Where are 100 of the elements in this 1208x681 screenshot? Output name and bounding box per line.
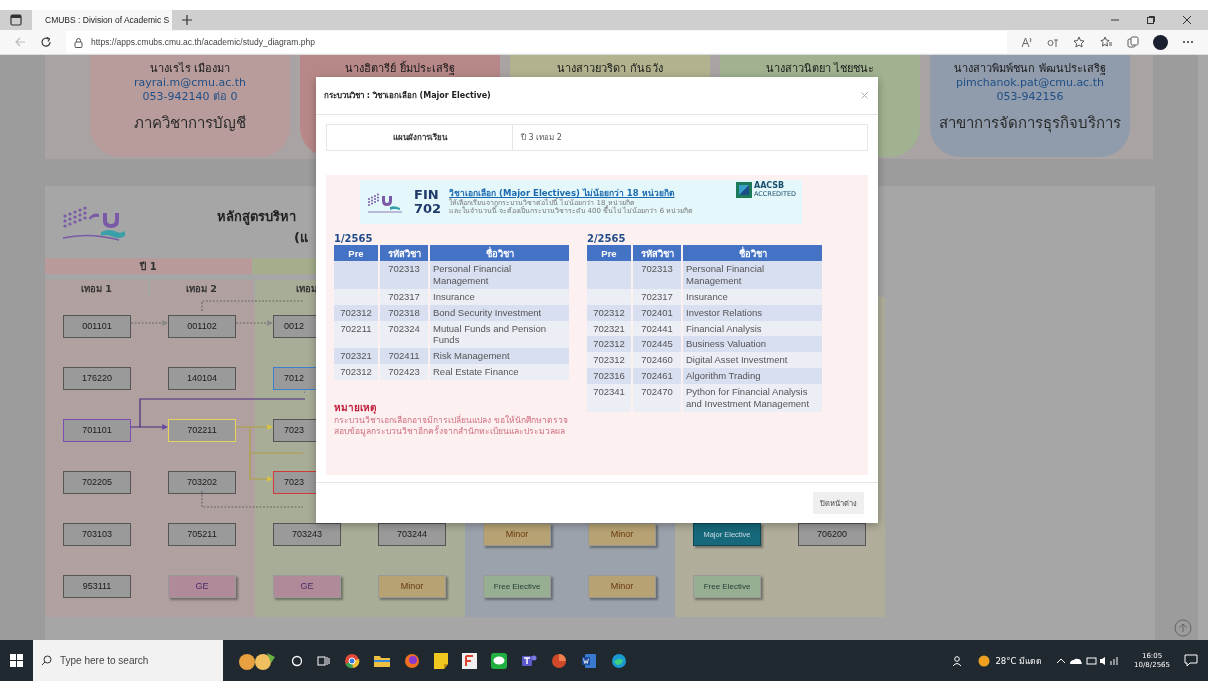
- contact-unit: ภาควิชาการบัญชี: [134, 112, 246, 134]
- semester-header: เทอม 2: [150, 280, 253, 297]
- course-box[interactable]: 140104: [168, 366, 236, 390]
- category-box[interactable]: Free Elective: [483, 574, 551, 598]
- taskbar-search-field[interactable]: Type here to search: [33, 640, 223, 681]
- table-cell: Algorithm Trading: [686, 370, 761, 382]
- column-header: Pre: [334, 245, 379, 261]
- category-box[interactable]: Minor: [588, 522, 656, 546]
- contact-name: นางสาวยวริดา กันธวัง: [557, 62, 663, 76]
- course-box[interactable]: 701101: [63, 418, 131, 442]
- table-cell: 702312: [593, 306, 625, 318]
- course-box[interactable]: 001101: [63, 314, 131, 338]
- table-cell: 702317: [641, 290, 673, 302]
- semester-header: เทอม 1: [45, 280, 148, 297]
- browser-tab[interactable]: CMUBS : Division of Academic S: [32, 10, 172, 30]
- windows-start-icon[interactable]: [10, 654, 23, 667]
- course-box[interactable]: 703243: [273, 522, 341, 546]
- table-cell: 702312: [340, 306, 372, 318]
- table-cell: 702460: [641, 354, 673, 366]
- word-processor-icon[interactable]: [581, 652, 597, 669]
- course-box[interactable]: 706200: [798, 522, 866, 546]
- table-cell: Real Estate Finance: [433, 366, 519, 378]
- accreditation-name: AACSB: [753, 182, 785, 191]
- profile-avatar[interactable]: [1153, 34, 1168, 50]
- folder-icon[interactable]: [374, 653, 390, 668]
- course-box[interactable]: 705211: [168, 522, 236, 546]
- table-cell: Personal Financial Management: [686, 263, 765, 286]
- course-box[interactable]: 176220: [63, 366, 131, 390]
- category-box[interactable]: GE: [168, 574, 236, 598]
- category-box[interactable]: Minor: [483, 522, 551, 546]
- restore-icon[interactable]: [1146, 15, 1156, 25]
- task-view-icon[interactable]: [317, 654, 330, 667]
- edge-icon[interactable]: [611, 652, 627, 669]
- table-cell: 702445: [641, 338, 673, 350]
- contact-name: นางสาวพิมพ์ชนก พัฒนประเสริฐ: [954, 62, 1106, 76]
- table-cell: Bond Security Investment: [433, 306, 542, 318]
- info-label: แผนผังการเรียน: [327, 125, 513, 150]
- contact-unit: สาขาการจัดการธุรกิจบริการ: [939, 112, 1121, 135]
- tab-title: CMUBS : Division of Academic S: [45, 15, 170, 25]
- contact-email[interactable]: rayrai.m@cmu.ac.th: [133, 76, 247, 91]
- course-box[interactable]: 703244: [378, 522, 446, 546]
- info-value: ปี 3 เทอม 2: [520, 132, 562, 144]
- translate-icon[interactable]: [1047, 36, 1059, 48]
- note-title: หมายเหตุ: [334, 401, 377, 414]
- table-cell: 702423: [388, 366, 420, 378]
- curriculum-title: หลักสูตรบริหา: [217, 208, 296, 227]
- tab-actions-icon[interactable]: [10, 14, 22, 26]
- category-box[interactable]: Free Elective: [693, 574, 761, 598]
- collections-icon[interactable]: [1127, 36, 1139, 48]
- favorites-icon[interactable]: [1100, 36, 1113, 48]
- add-favorite-icon[interactable]: [1073, 36, 1086, 48]
- table-cell: 702461: [641, 370, 673, 382]
- course-box[interactable]: 001102: [168, 314, 236, 338]
- new-tab-icon[interactable]: [182, 15, 192, 25]
- table-cell: 702324: [388, 322, 420, 334]
- course-box[interactable]: 702205: [63, 470, 131, 494]
- table-cell: 702441: [641, 322, 673, 334]
- connector-arrow: [130, 320, 169, 326]
- table-cell: 702312: [593, 354, 625, 366]
- category-box[interactable]: Minor: [588, 574, 656, 598]
- table-cell: 702313: [388, 263, 420, 274]
- course-box[interactable]: 703103: [63, 522, 131, 546]
- cartoon-faces-icon[interactable]: [237, 650, 277, 671]
- category-box[interactable]: Minor: [378, 574, 446, 598]
- cortana-icon[interactable]: [291, 654, 303, 667]
- table-cell: Insurance: [686, 290, 728, 302]
- search-icon: [41, 655, 52, 666]
- table-cell: 702211: [340, 322, 372, 334]
- sticky-note-icon[interactable]: [434, 652, 448, 669]
- read-aloud-icon[interactable]: [1021, 36, 1033, 48]
- table-cell: Investor Relations: [686, 306, 763, 318]
- document-icon[interactable]: [462, 652, 477, 669]
- table-cell: Risk Management: [433, 350, 510, 362]
- course-box[interactable]: 703202: [168, 470, 236, 494]
- category-box[interactable]: GE: [273, 574, 341, 598]
- contact-phone: 053-942156: [996, 90, 1064, 105]
- contact-name: นางฮิตารีย์ ยิ้มประเสริฐ: [345, 62, 455, 76]
- weather-widget[interactable]: 28°C มีแดด: [978, 653, 1043, 668]
- tray-icons-drawing[interactable]: [1056, 654, 1121, 667]
- presentation-icon[interactable]: [551, 652, 567, 669]
- table-cell: 702321: [593, 322, 625, 334]
- table-cell: 702312: [340, 366, 372, 378]
- table-cell: 702401: [641, 306, 673, 318]
- close-icon[interactable]: [1182, 15, 1192, 25]
- table-cell: Python for Financial Analysis and Investment Management: [686, 386, 810, 409]
- table-cell: 702316: [593, 370, 625, 382]
- more-icon[interactable]: [1182, 40, 1194, 44]
- course-box[interactable]: 953111: [63, 574, 131, 598]
- lock-icon: [74, 36, 83, 48]
- table-cell: Insurance: [433, 290, 475, 302]
- scrollbar[interactable]: [1198, 55, 1208, 640]
- refresh-icon[interactable]: [40, 36, 52, 48]
- firefox-icon[interactable]: [404, 652, 420, 669]
- address-field[interactable]: https://apps.cmubs.cmu.ac.th/academic/study_diagram.php: [66, 31, 1007, 53]
- notification-icon[interactable]: [1184, 654, 1198, 667]
- course-box[interactable]: 702211: [168, 418, 236, 442]
- chrome-icon[interactable]: [344, 652, 360, 669]
- table-cell: 702318: [388, 306, 420, 318]
- table-cell: Personal Financial Management: [433, 263, 512, 286]
- chat-icon[interactable]: [491, 652, 507, 669]
